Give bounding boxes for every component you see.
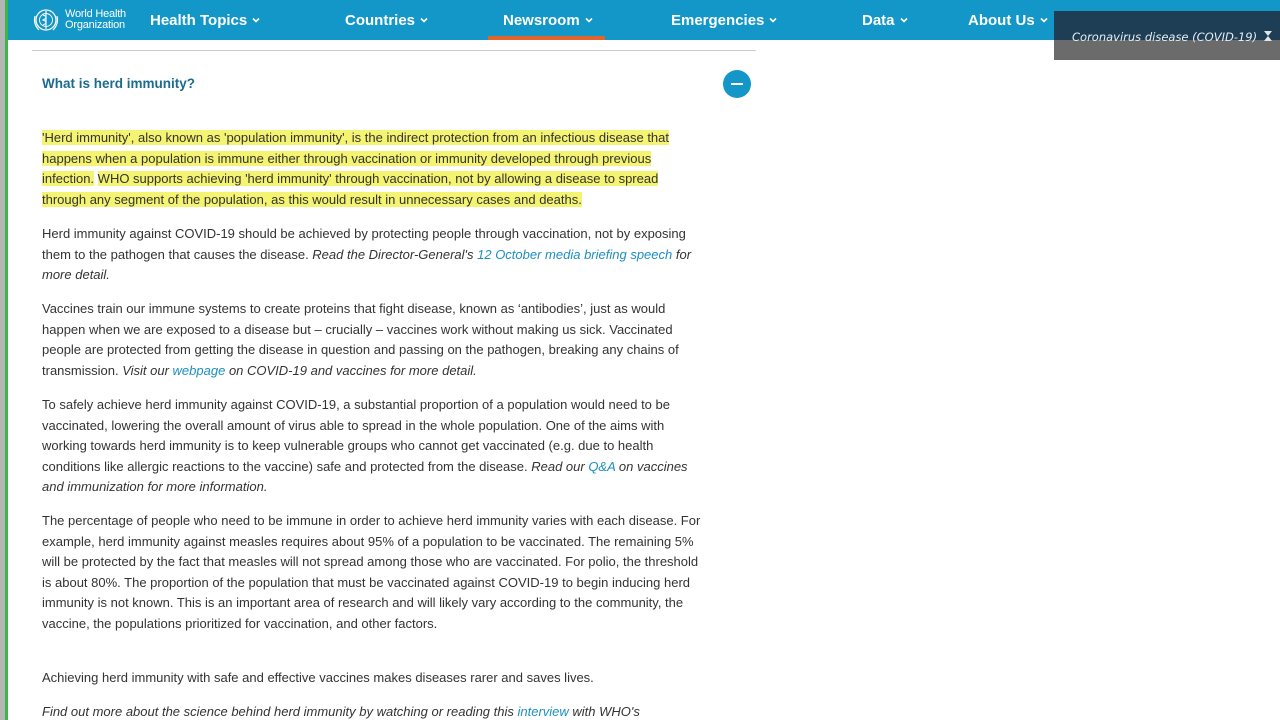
- logo-text: World Health Organization: [65, 9, 126, 31]
- section-divider: [32, 50, 756, 51]
- chevron-down-icon: [899, 17, 908, 23]
- paragraph-italic: Visit our: [122, 362, 173, 378]
- nav-about-us[interactable]: About Us: [968, 0, 1048, 40]
- paragraph-italic: on COVID-19 and vaccines for more detail…: [225, 362, 477, 378]
- nav-label: Emergencies: [671, 11, 765, 29]
- paragraph-text: The percentage of people who need to be …: [42, 513, 701, 631]
- minus-icon: [731, 83, 743, 85]
- paragraph-italic: with WHO's: [568, 704, 640, 719]
- highlighted-text: WHO supports achieving 'herd immunity' t…: [42, 171, 659, 207]
- qa-link[interactable]: Q&A: [588, 459, 615, 474]
- paragraph-italic: Read our: [531, 458, 589, 474]
- who-emblem-icon: [33, 9, 59, 31]
- accordion-title[interactable]: What is herd immunity?: [42, 76, 195, 91]
- chevron-down-icon: [769, 17, 777, 23]
- nav-label: Newsroom: [503, 11, 580, 29]
- nav-label: Data: [862, 11, 895, 29]
- window-focus-border: [5, 0, 8, 720]
- who-logo[interactable]: World Health Organization: [32, 6, 126, 34]
- nav-label: Health Topics: [150, 11, 248, 29]
- nav-label: About Us: [968, 11, 1035, 29]
- interview-link[interactable]: interview: [517, 704, 568, 719]
- chevron-down-icon: [1040, 17, 1048, 23]
- covid-banner[interactable]: Coronavirus disease (COVID-19): [1054, 11, 1280, 60]
- chevron-down-icon: [585, 17, 593, 23]
- webpage-link[interactable]: webpage: [173, 363, 226, 378]
- pin-icon[interactable]: [1262, 30, 1274, 42]
- paragraph-5: The percentage of people who need to be …: [42, 511, 702, 634]
- paragraph-6: Achieving herd immunity with safe and ef…: [42, 668, 702, 689]
- paragraph-2: Herd immunity against COVID-19 should be…: [42, 224, 702, 286]
- nav-health-topics[interactable]: Health Topics: [150, 0, 260, 40]
- paragraph-3: Vaccines train our immune systems to cre…: [42, 299, 702, 381]
- nav-emergencies[interactable]: Emergencies: [671, 0, 777, 40]
- covid-banner-text[interactable]: Coronavirus disease (COVID-19): [1072, 30, 1257, 44]
- paragraph-italic: Read the Director-General's: [312, 246, 478, 262]
- nav-label: Countries: [345, 11, 416, 29]
- paragraph-italic: Find out more about the science behind h…: [42, 704, 518, 719]
- nav-countries[interactable]: Countries: [345, 0, 428, 40]
- paragraph-1: 'Herd immunity', also known as 'populati…: [42, 128, 702, 210]
- nav-newsroom[interactable]: Newsroom: [488, 0, 605, 40]
- briefing-speech-link[interactable]: 12 October media briefing speech: [477, 247, 672, 262]
- chevron-down-icon: [420, 17, 428, 23]
- paragraph-7: Find out more about the science behind h…: [42, 702, 702, 720]
- logo-line-2: Organization: [65, 19, 125, 31]
- chevron-down-icon: [252, 17, 260, 23]
- nav-data[interactable]: Data: [862, 0, 908, 40]
- paragraph-text: Achieving herd immunity with safe and ef…: [42, 670, 594, 685]
- paragraph-4: To safely achieve herd immunity against …: [42, 395, 702, 498]
- accordion-collapse-button[interactable]: [723, 70, 751, 98]
